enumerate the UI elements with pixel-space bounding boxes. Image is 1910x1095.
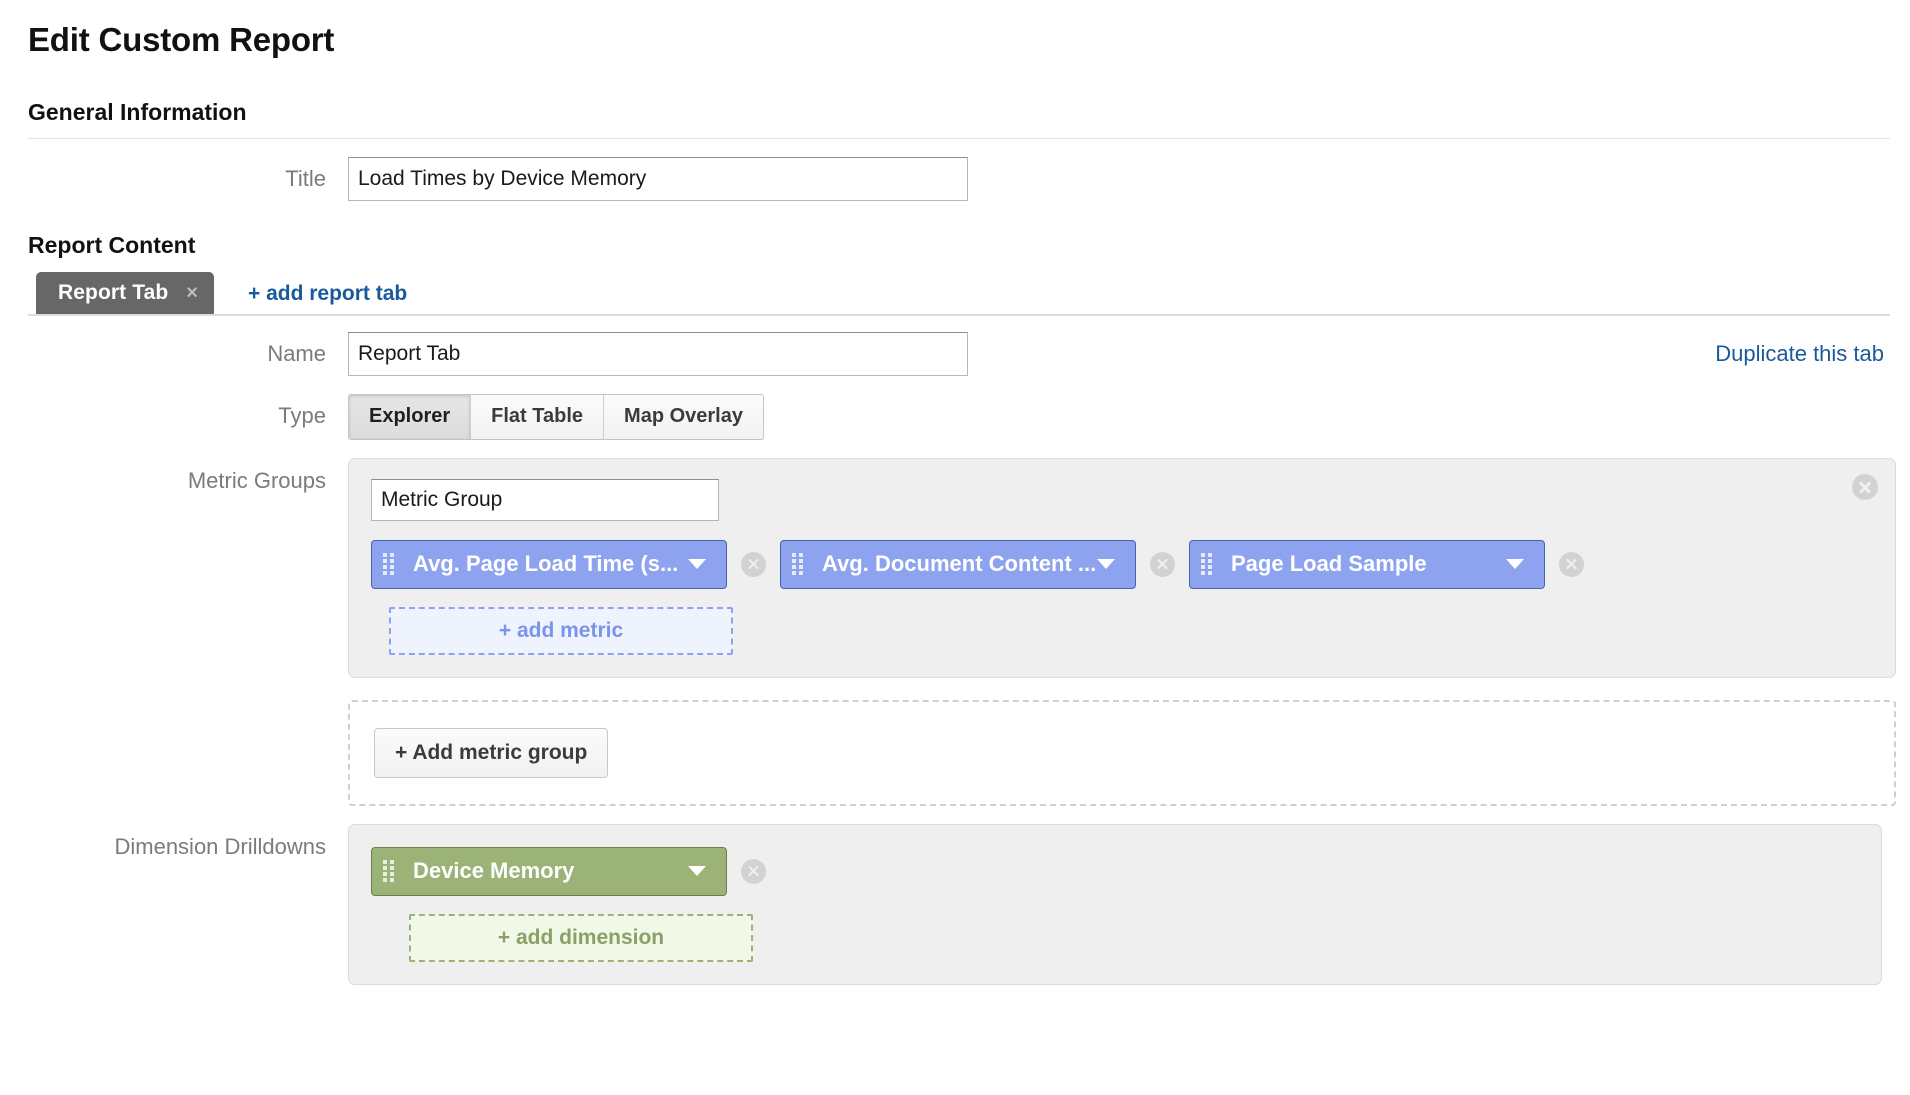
tab-name-input[interactable] [348,332,968,376]
remove-dimension-icon-0[interactable] [741,859,766,884]
add-report-tab-link[interactable]: + add report tab [248,282,407,314]
edit-custom-report-page: Edit Custom Report General Information T… [0,0,1910,985]
report-title-input[interactable] [348,157,968,201]
chevron-down-icon[interactable] [1097,559,1115,569]
remove-metric-group-icon[interactable] [1852,474,1878,500]
metric-pill-label: Avg. Page Load Time (s... [413,551,688,577]
remove-metric-icon-1[interactable] [1150,552,1175,577]
dimension-pill-0[interactable]: Device Memory [371,847,727,896]
drag-handle-icon[interactable] [1201,553,1215,575]
metric-pill-label: Page Load Sample [1231,551,1506,577]
dimension-group-panel: Device Memory + add dimension [348,824,1882,985]
metric-pill-label: Avg. Document Content ... [822,551,1097,577]
general-information-heading: General Information [28,100,1882,125]
report-tab-label: Report Tab [58,281,168,305]
tab-name-row: Name Duplicate this tab [28,332,1890,376]
metric-pill-row: Avg. Page Load Time (s... Avg. Document … [371,540,1873,589]
chevron-down-icon[interactable] [688,866,706,876]
drag-handle-icon[interactable] [792,553,806,575]
title-row: Title [28,157,1882,201]
metric-group-panel: Avg. Page Load Time (s... Avg. Document … [348,458,1896,678]
metric-groups-label: Metric Groups [28,458,348,504]
metric-pill-1[interactable]: Avg. Document Content ... [780,540,1136,589]
add-metric-group-dropzone: + Add metric group [348,700,1896,806]
remove-metric-icon-2[interactable] [1559,552,1584,577]
metric-pill-2[interactable]: Page Load Sample [1189,540,1545,589]
type-row: Type Explorer Flat Table Map Overlay [28,394,1882,440]
dimension-drilldowns-row: Dimension Drilldowns Device Memory + add… [28,824,1882,985]
tab-underline [28,314,1890,316]
chevron-down-icon[interactable] [1506,559,1524,569]
name-label: Name [28,332,348,376]
report-tab-bar: Report Tab × + add report tab [28,270,1882,316]
metric-pill-0[interactable]: Avg. Page Load Time (s... [371,540,727,589]
general-information-divider [28,138,1890,139]
metric-groups-row: Metric Groups Avg. Page Load Time (s... … [28,458,1882,806]
type-label: Type [28,394,348,438]
dimension-pill-row: Device Memory [371,847,1859,896]
chevron-down-icon[interactable] [688,559,706,569]
report-content-heading: Report Content [28,233,1882,258]
close-icon[interactable]: × [186,283,198,303]
remove-metric-icon-0[interactable] [741,552,766,577]
type-segmented-control: Explorer Flat Table Map Overlay [348,394,764,440]
add-metric-button[interactable]: + add metric [389,607,733,655]
title-label: Title [28,157,348,201]
drag-handle-icon[interactable] [383,553,397,575]
type-option-map-overlay[interactable]: Map Overlay [604,395,763,439]
dimension-pill-label: Device Memory [413,858,688,884]
add-metric-group-button[interactable]: + Add metric group [374,728,608,778]
drag-handle-icon[interactable] [383,860,397,882]
report-tab-0[interactable]: Report Tab × [36,272,214,314]
type-option-explorer[interactable]: Explorer [349,395,471,439]
type-option-flat-table[interactable]: Flat Table [471,395,604,439]
dimension-drilldowns-label: Dimension Drilldowns [28,824,348,870]
add-dimension-button[interactable]: + add dimension [409,914,753,962]
page-title: Edit Custom Report [28,22,1882,58]
metric-group-name-input[interactable] [371,479,719,521]
duplicate-this-tab-link[interactable]: Duplicate this tab [1715,341,1890,367]
